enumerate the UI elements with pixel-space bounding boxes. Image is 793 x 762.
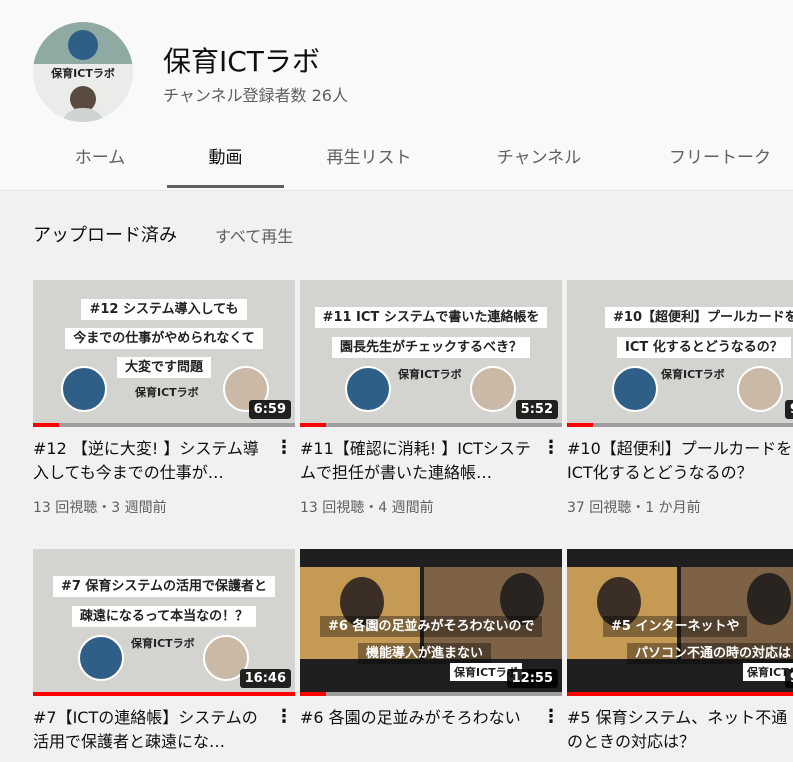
host-photo xyxy=(737,366,783,412)
play-all-link[interactable]: すべて再生 xyxy=(215,223,293,247)
thumb-caption: #11 ICT システムで書いた連絡帳を xyxy=(314,307,548,328)
video-title[interactable]: #11【確認に消耗! 】ICTシステムで担任が書いた連絡帳… xyxy=(300,437,532,485)
video-thumbnail[interactable]: #11 ICT システムで書いた連絡帳を 園長先生がチェックするべき？ 保育IC… xyxy=(300,280,562,427)
thumb-caption: ICT 化するとどうなるの？ xyxy=(617,337,791,358)
thumb-caption: #10【超便利】プールカードを xyxy=(605,307,793,328)
host-photo xyxy=(470,366,516,412)
thumb-caption: 大変です問題 xyxy=(116,357,211,378)
thumb-logo: 保育ICTラボ xyxy=(131,637,195,650)
more-vert-icon[interactable]: ⋮ xyxy=(542,437,560,461)
more-vert-icon[interactable]: ⋮ xyxy=(542,706,560,730)
thumb-caption: #5 インターネットや xyxy=(603,616,748,637)
subscriber-count: チャンネル登録者数 26人 xyxy=(163,86,348,105)
watch-progress xyxy=(300,692,562,696)
tab-free-talk[interactable]: フリートーク xyxy=(650,130,790,188)
thumb-caption: 機能導入が進まない xyxy=(358,643,492,664)
thumb-caption: #12 システム導入しても xyxy=(81,299,247,320)
tab-videos[interactable]: 動画 xyxy=(167,130,284,188)
video-duration: 9 xyxy=(785,400,793,419)
thumb-caption: #6 各園の足並みがそろわないので xyxy=(320,616,543,637)
host-photo xyxy=(345,366,391,412)
thumb-logo: 保育ICTラボ xyxy=(398,368,462,381)
channel-avatar[interactable]: 保育ICTラボ xyxy=(33,22,133,122)
thumb-logo: 保育ICTラボ xyxy=(135,386,199,399)
video-title[interactable]: #10【超便利】プールカードをICT化するとどうなるの？ xyxy=(567,437,793,485)
video-title[interactable]: #6 各園の足並みがそろわない xyxy=(300,706,532,730)
more-vert-icon[interactable]: ⋮ xyxy=(275,437,293,461)
thumb-caption: 今までの仕事がやめられなくて xyxy=(65,328,263,349)
video-meta: 37 回視聴・1 か月前 xyxy=(567,500,701,516)
section-title: アップロード済み xyxy=(33,225,177,246)
tab-channels[interactable]: チャンネル xyxy=(475,130,603,188)
video-duration: 16:46 xyxy=(239,669,291,688)
video-duration: 6:59 xyxy=(248,400,291,419)
thumb-caption: #7 保育システムの活用で保護者と xyxy=(52,576,276,597)
video-duration: 12:55 xyxy=(506,669,558,688)
channel-header: 保育ICTラボ 保育ICTラボ チャンネル登録者数 26人 ホーム 動画 再生リ… xyxy=(0,0,793,190)
more-vert-icon[interactable]: ⋮ xyxy=(275,706,293,730)
thumb-logo: 保育ICTラボ xyxy=(661,368,725,381)
watch-progress xyxy=(33,423,295,427)
watch-progress xyxy=(567,423,793,427)
thumb-caption: 疎遠になるって本当なの！？ xyxy=(71,606,257,627)
host-photo xyxy=(61,366,107,412)
video-meta: 13 回視聴・3 週間前 xyxy=(33,500,167,516)
video-meta: 13 回視聴・4 週間前 xyxy=(300,500,434,516)
video-duration: 9 xyxy=(785,669,793,688)
video-duration: 5:52 xyxy=(515,400,558,419)
active-tab-indicator xyxy=(167,185,284,188)
avatar-logo: 保育ICTラボ xyxy=(51,67,115,80)
channel-tabs: ホーム 動画 再生リスト チャンネル フリートーク xyxy=(0,130,793,190)
channel-title: 保育ICTラボ xyxy=(163,45,320,78)
tab-playlists[interactable]: 再生リスト xyxy=(305,130,433,188)
video-thumbnail[interactable]: #12 システム導入しても 今までの仕事がやめられなくて 大変です問題 保育IC… xyxy=(33,280,295,427)
watch-progress xyxy=(33,692,295,696)
host-photo xyxy=(612,366,658,412)
thumb-caption: 園長先生がチェックするべき？ xyxy=(331,337,530,358)
video-thumbnail[interactable]: #5 インターネットや パソコン不通の時の対応は 保育ICTラボ 9 xyxy=(567,549,793,696)
video-title[interactable]: #12 【逆に大変! 】システム導入しても今までの仕事が… xyxy=(33,437,265,485)
watch-progress xyxy=(300,423,562,427)
video-title[interactable]: #7【ICTの連絡帳】システムの活用で保護者と疎遠にな… xyxy=(33,706,265,754)
video-title[interactable]: #5 保育システム、ネット不通のときの対応は？ xyxy=(567,706,793,754)
video-thumbnail[interactable]: #10【超便利】プールカードを ICT 化するとどうなるの？ 保育ICTラボ 9 xyxy=(567,280,793,427)
tab-home[interactable]: ホーム xyxy=(50,130,150,188)
watch-progress xyxy=(567,692,793,696)
video-thumbnail[interactable]: #7 保育システムの活用で保護者と 疎遠になるって本当なの！？ 保育ICTラボ … xyxy=(33,549,295,696)
host-photo xyxy=(78,635,124,681)
thumb-caption: パソコン不通の時の対応は xyxy=(627,643,793,664)
videos-content: アップロード済み すべて再生 #12 システム導入しても 今までの仕事がやめられ… xyxy=(0,191,793,762)
video-thumbnail[interactable]: #6 各園の足並みがそろわないので 機能導入が進まない 保育ICTラボ 12:5… xyxy=(300,549,562,696)
